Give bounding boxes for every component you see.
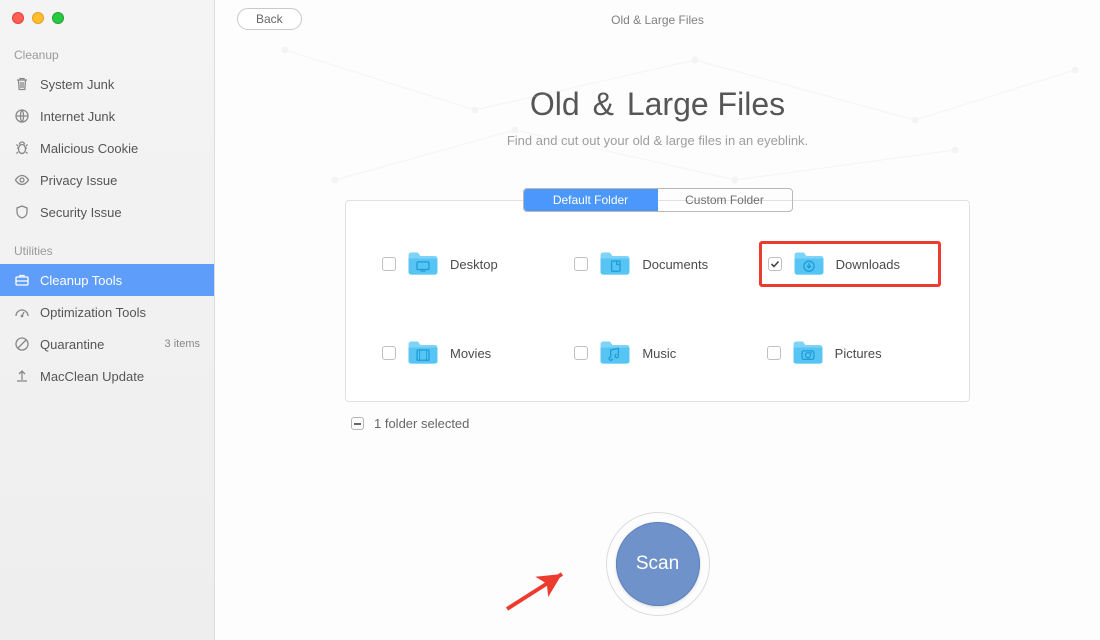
globe-icon <box>14 108 30 124</box>
sidebar-item-label: Quarantine <box>40 337 155 352</box>
trash-icon <box>14 76 30 92</box>
folder-icon <box>791 339 825 367</box>
sidebar-item-internet-junk[interactable]: Internet Junk <box>0 100 214 132</box>
scan-area: Scan <box>606 512 710 616</box>
sidebar-item-label: Malicious Cookie <box>40 141 200 156</box>
window-traffic-lights <box>0 0 214 42</box>
sidebar-item-badge: 3 items <box>165 338 200 350</box>
page-subtitle: Find and cut out your old & large files … <box>215 133 1100 148</box>
folder-item-downloads[interactable]: Downloads <box>759 241 941 287</box>
folder-panel: Desktop Documents Downloads Movies Music Pict… <box>345 200 970 402</box>
folder-label: Movies <box>450 346 491 361</box>
selection-summary-text: 1 folder selected <box>374 416 469 431</box>
folder-icon <box>406 250 440 278</box>
tab-custom-folder[interactable]: Custom Folder <box>658 189 792 211</box>
folder-grid: Desktop Documents Downloads Movies Music Pict… <box>374 241 941 375</box>
folder-icon <box>598 250 632 278</box>
sidebar-item-macclean-update[interactable]: MacClean Update <box>0 360 214 392</box>
bug-icon <box>14 140 30 156</box>
scan-button[interactable]: Scan <box>616 522 700 606</box>
briefcase-icon <box>14 272 30 288</box>
sidebar-item-security-issue[interactable]: Security Issue <box>0 196 214 228</box>
close-window-button[interactable] <box>12 12 24 24</box>
sidebar-item-cleanup-tools[interactable]: Cleanup Tools <box>0 264 214 296</box>
sidebar-item-label: Optimization Tools <box>40 305 200 320</box>
sidebar-item-label: Privacy Issue <box>40 173 200 188</box>
folder-label: Documents <box>642 257 708 272</box>
shield-icon <box>14 204 30 220</box>
folder-item-music[interactable]: Music <box>566 331 748 375</box>
sidebar-item-system-junk[interactable]: System Junk <box>0 68 214 100</box>
sidebar-item-label: Security Issue <box>40 205 200 220</box>
select-all-checkbox[interactable] <box>351 417 364 430</box>
scan-ring: Scan <box>606 512 710 616</box>
sidebar-item-optimization-tools[interactable]: Optimization Tools <box>0 296 214 328</box>
sidebar-item-malicious-cookie[interactable]: Malicious Cookie <box>0 132 214 164</box>
folder-label: Downloads <box>836 257 900 272</box>
main-panel: Back Old & Large Files Old & Large Files… <box>215 0 1100 640</box>
topbar: Back Old & Large Files <box>215 0 1100 40</box>
folder-item-pictures[interactable]: Pictures <box>759 331 941 375</box>
folder-checkbox[interactable] <box>382 346 396 360</box>
selection-summary-row: 1 folder selected <box>345 416 970 431</box>
folder-label: Pictures <box>835 346 882 361</box>
sidebar-item-label: Internet Junk <box>40 109 200 124</box>
sidebar-item-label: System Junk <box>40 77 200 92</box>
tab-default-folder[interactable]: Default Folder <box>524 189 658 211</box>
folder-mode-tabs: Default Folder Custom Folder <box>523 188 793 212</box>
minimize-window-button[interactable] <box>32 12 44 24</box>
back-button[interactable]: Back <box>237 8 302 30</box>
folder-icon <box>598 339 632 367</box>
quarantine-icon <box>14 336 30 352</box>
page-title: Old & Large Files <box>215 86 1100 123</box>
folder-label: Desktop <box>450 257 498 272</box>
folder-checkbox[interactable] <box>574 346 588 360</box>
folder-item-desktop[interactable]: Desktop <box>374 241 556 287</box>
zoom-window-button[interactable] <box>52 12 64 24</box>
folder-icon <box>406 339 440 367</box>
sidebar-item-label: Cleanup Tools <box>40 273 200 288</box>
sidebar-section-utilities: Utilities <box>0 238 214 264</box>
upload-icon <box>14 368 30 384</box>
sidebar-section-cleanup: Cleanup <box>0 42 214 68</box>
folder-checkbox[interactable] <box>382 257 396 271</box>
folder-item-documents[interactable]: Documents <box>566 241 748 287</box>
folder-checkbox[interactable] <box>767 346 781 360</box>
folder-label: Music <box>642 346 676 361</box>
sidebar-item-privacy-issue[interactable]: Privacy Issue <box>0 164 214 196</box>
sidebar: Cleanup System Junk Internet Junk Malici… <box>0 0 215 640</box>
folder-icon <box>792 250 826 278</box>
eye-icon <box>14 172 30 188</box>
folder-checkbox[interactable] <box>768 257 782 271</box>
sidebar-item-quarantine[interactable]: Quarantine 3 items <box>0 328 214 360</box>
folder-checkbox[interactable] <box>574 257 588 271</box>
gauge-icon <box>14 304 30 320</box>
page-hero: Old & Large Files Find and cut out your … <box>215 40 1100 148</box>
sidebar-item-label: MacClean Update <box>40 369 200 384</box>
window-title: Old & Large Files <box>611 13 704 27</box>
folder-item-movies[interactable]: Movies <box>374 331 556 375</box>
callout-arrow-icon <box>502 564 582 614</box>
